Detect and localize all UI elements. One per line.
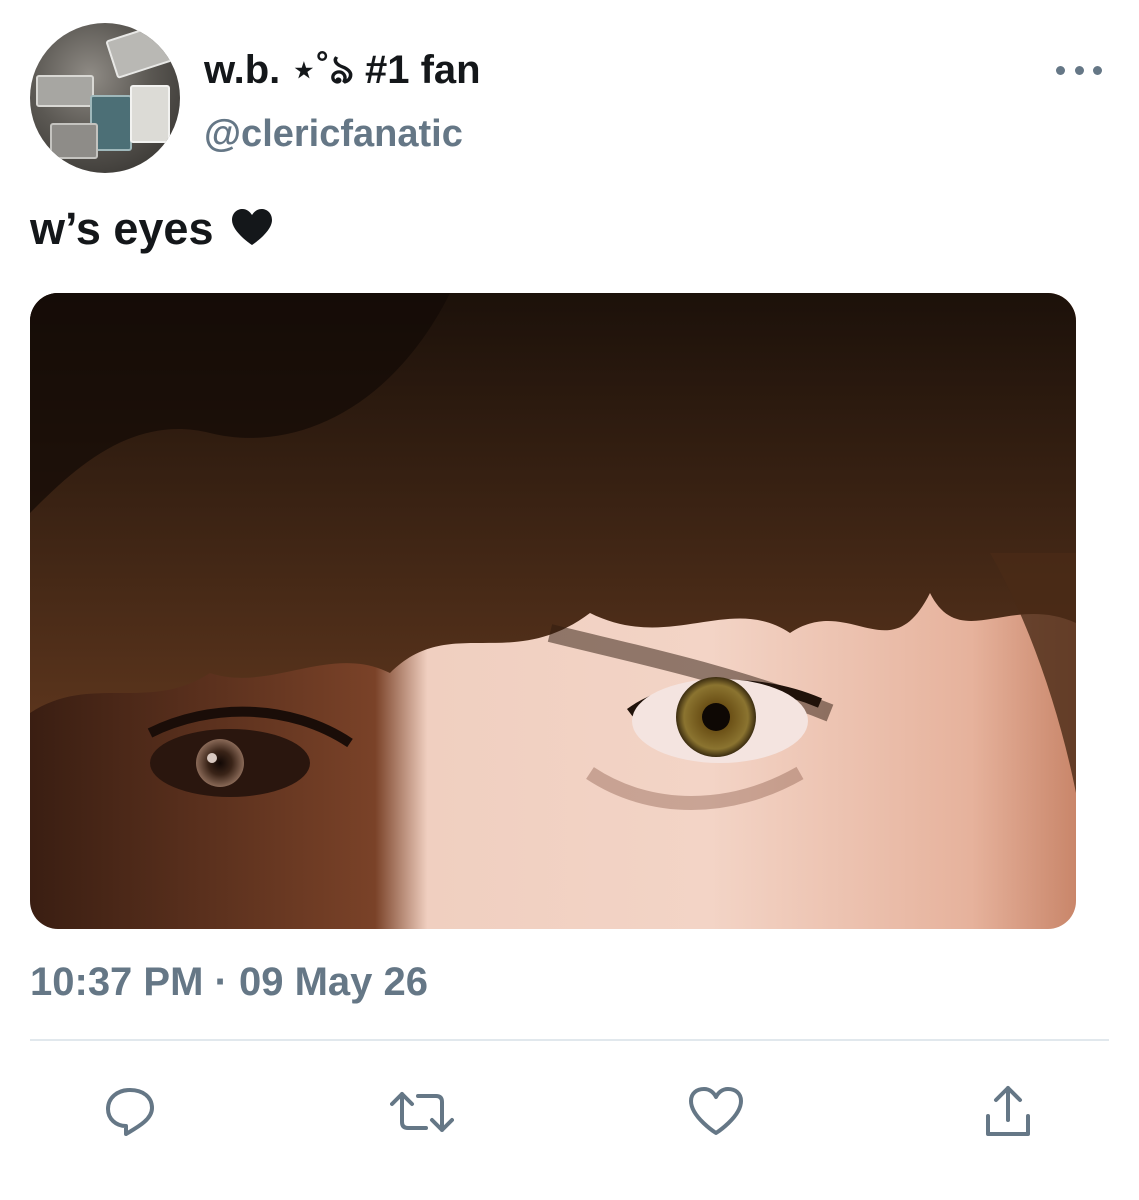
share-button[interactable] [978, 1082, 1038, 1142]
reply-icon [102, 1084, 158, 1140]
avatar[interactable] [30, 23, 180, 173]
more-horizontal-icon[interactable] [1056, 62, 1102, 78]
retweet-icon [390, 1084, 454, 1140]
heart-icon [687, 1085, 745, 1139]
divider [30, 1039, 1109, 1041]
user-handle[interactable]: @clericfanatic [204, 113, 463, 156]
like-button[interactable] [686, 1082, 746, 1142]
tweet-photo[interactable] [30, 293, 1076, 929]
share-icon [980, 1084, 1036, 1140]
tweet-text-content: w’s eyes [30, 203, 214, 254]
black-heart-emoji-icon [230, 206, 274, 258]
reply-button[interactable] [100, 1082, 160, 1142]
tweet-timestamp[interactable]: 10:37 PM · 09 May 26 [30, 960, 428, 1005]
tweet-text: w’s eyes [30, 203, 274, 258]
display-name[interactable]: w.b. ⋆˚ঌ #1 fan [204, 38, 481, 105]
retweet-button[interactable] [390, 1082, 454, 1142]
